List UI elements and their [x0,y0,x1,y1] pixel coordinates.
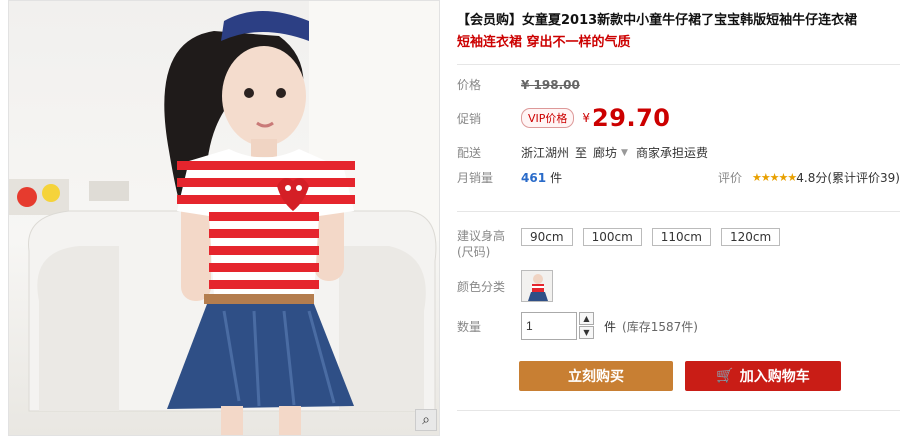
rating-stars-icon: ★★★★★ [751,171,797,184]
sales-label: 月销量 [457,171,494,185]
quantity-stepper[interactable]: ▲ ▼ [579,312,594,340]
review-count-link[interactable]: (累计评价39) [827,169,900,186]
ship-from: 浙江湖州 [521,146,570,160]
increment-button[interactable]: ▲ [579,312,594,325]
sales-row: 月销量 461 件 评价 ★★★★★ 4.8分 (累计评价39) [457,169,900,186]
product-page: ⌕ 【会员购】女童夏2013新款中小童牛仔裙了宝宝韩版短袖牛仔连衣裙 短袖连衣裙… [0,0,900,442]
size-label: 建议身高(尺码) [457,229,506,259]
destination-select[interactable]: 廊坊 [593,144,617,161]
sales-unit: 件 [550,171,563,185]
rating-value: 4.8分 [796,171,828,185]
zoom-icon[interactable]: ⌕ [415,409,437,431]
vip-badge: VIP价格 [521,108,575,128]
add-to-cart-label: 加入购物车 [739,369,810,385]
cart-icon: 🛒 [716,368,734,384]
promo-label: 促销 [457,111,482,126]
price-label: 价格 [457,78,482,92]
quantity-row: 数量 ▲ ▼ 件 (库存1587件) [457,312,698,340]
size-option[interactable]: 110cm [651,228,711,246]
divider [457,410,900,411]
product-title: 【会员购】女童夏2013新款中小童牛仔裙了宝宝韩版短袖牛仔连衣裙 [457,13,858,28]
shipping-row: 配送 浙江湖州 至 廊坊 ▼ 商家承担运费 [457,144,708,161]
add-to-cart-button[interactable]: 🛒 加入购物车 [685,361,841,391]
size-option[interactable]: 90cm [521,228,573,246]
promo-price: 29.70 [592,104,671,132]
size-option[interactable]: 120cm [720,228,781,246]
divider [457,64,900,65]
original-price: ¥ 198.00 [521,77,580,92]
size-row: 建议身高(尺码) 90cm 100cm 110cm 120cm [457,228,790,260]
ship-to-word: 至 [575,146,588,160]
sales-count: 461 [521,170,547,185]
color-label: 颜色分类 [457,279,506,294]
divider [457,211,900,212]
promo-row: 促销 VIP价格 ¥ 29.70 [457,104,670,132]
quantity-unit: 件 [604,319,617,334]
quantity-label: 数量 [457,319,482,334]
review-label: 评价 [717,171,742,185]
product-photo-illustration [9,1,439,435]
currency-symbol: ¥ [582,111,591,125]
product-subtitle: 短袖连衣裙 穿出不一样的气质 [457,35,631,50]
shipping-note: 商家承担运费 [635,146,708,160]
product-image[interactable]: ⌕ [8,0,440,436]
stock-info: (库存1587件) [622,319,698,334]
buy-now-button[interactable]: 立刻购买 [519,361,673,391]
quantity-input[interactable] [521,312,577,340]
chevron-down-icon[interactable]: ▼ [621,148,628,158]
color-swatch[interactable] [521,270,553,302]
price-row: 价格 ¥ 198.00 [457,76,580,93]
shipping-label: 配送 [457,146,482,160]
buy-now-label: 立刻购买 [568,369,624,385]
decrement-button[interactable]: ▼ [579,326,594,339]
swatch-thumbnail-icon [522,271,552,301]
size-option[interactable]: 100cm [582,228,642,246]
product-info: 【会员购】女童夏2013新款中小童牛仔裙了宝宝韩版短袖牛仔连衣裙 短袖连衣裙 穿… [457,10,900,60]
color-row: 颜色分类 [457,270,553,302]
